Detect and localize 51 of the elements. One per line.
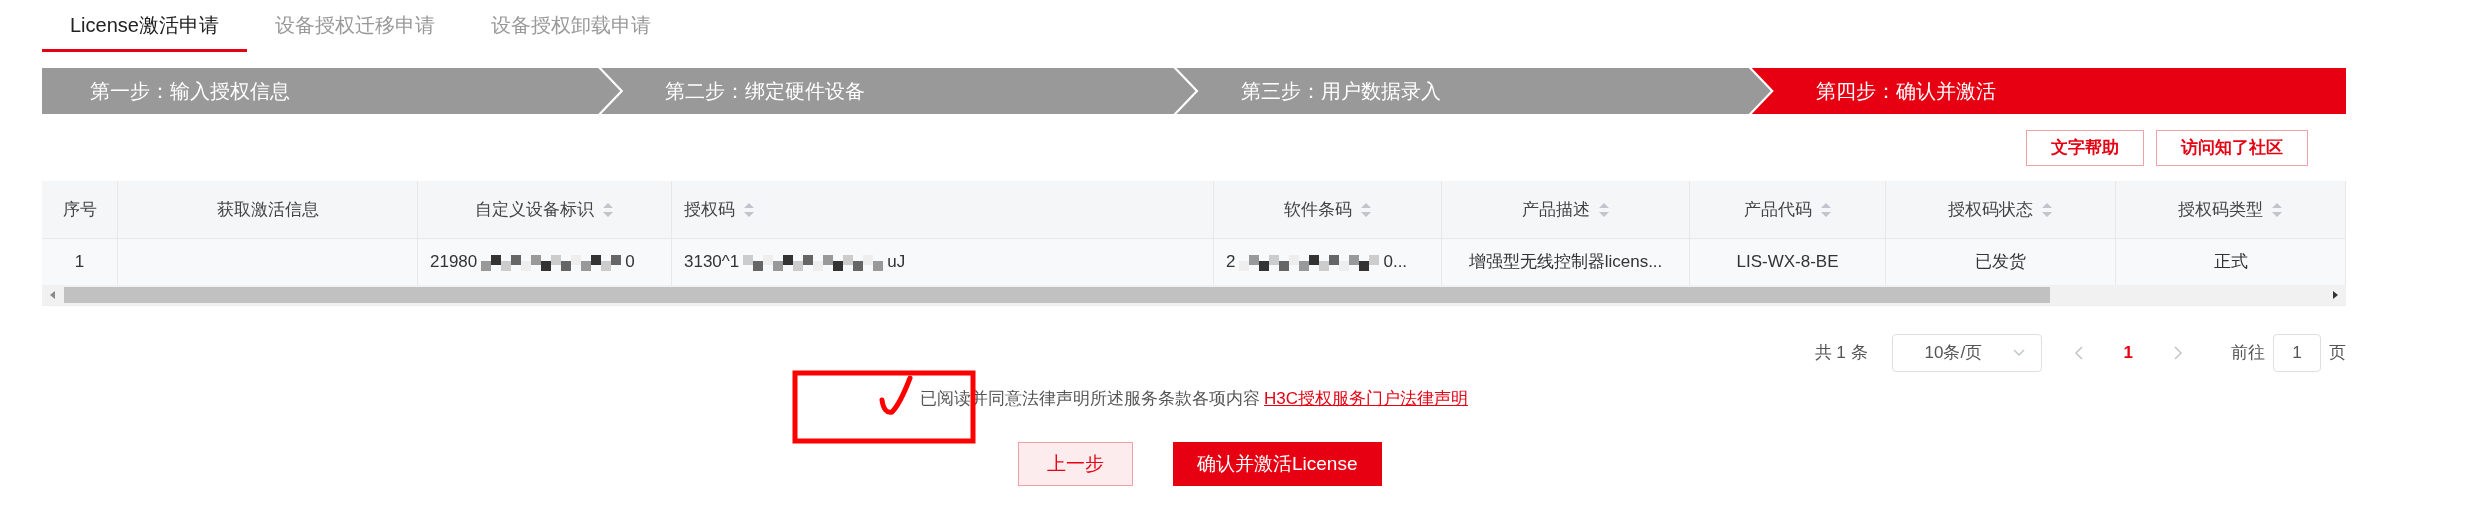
- column-title: 产品代码: [1743, 198, 1812, 221]
- help-button[interactable]: 访问知了社区: [2156, 130, 2308, 166]
- table-cell-text: 正式: [2213, 251, 2248, 274]
- step: 第三步：用户数据录入: [1176, 68, 1771, 114]
- next-page-icon[interactable]: [2173, 346, 2183, 360]
- table-cell-text: uJ: [887, 251, 906, 274]
- column-title: 产品描述: [1521, 198, 1590, 221]
- confirm-button[interactable]: 确认并激活License: [1173, 442, 1382, 486]
- column-title: 软件条码: [1283, 198, 1352, 221]
- table-cell-text: 已发货: [1975, 251, 2026, 274]
- table-cell-text: 3130^1: [684, 251, 740, 274]
- goto-page-field[interactable]: 1: [2273, 334, 2321, 372]
- step: 第四步：确认并激活: [1751, 68, 2346, 114]
- column-title: 自定义设备标识: [475, 198, 594, 221]
- legal-notice-link[interactable]: H3C授权服务门户法律声明: [1264, 386, 1468, 412]
- column-title: 序号: [62, 198, 97, 221]
- chevron-down-icon: [2012, 349, 2025, 357]
- sort-icon[interactable]: [1597, 201, 1610, 218]
- tab[interactable]: 设备授权卸载申请: [462, 0, 679, 52]
- sort-icon[interactable]: [1819, 201, 1832, 218]
- sort-icon[interactable]: [743, 201, 755, 218]
- help-button[interactable]: 文字帮助: [2026, 130, 2144, 166]
- page-size-select[interactable]: 10条/页: [1891, 334, 2042, 372]
- horizontal-scrollbar[interactable]: [42, 285, 2346, 305]
- column-title: 授权码类型: [2178, 198, 2263, 221]
- column-title: 授权码状态: [1948, 198, 2033, 221]
- column-title: 授权码: [684, 198, 735, 221]
- total-count: 共 1 条: [1814, 342, 1868, 365]
- scroll-left-icon[interactable]: [48, 290, 58, 300]
- sort-icon[interactable]: [602, 201, 614, 218]
- goto-label: 前往: [2231, 342, 2265, 365]
- column-title: 获取激活信息: [216, 198, 319, 221]
- step: 第二步：绑定硬件设备: [601, 68, 1196, 114]
- table-cell-text: 2: [1226, 251, 1236, 274]
- table-cell-text: 21980: [430, 251, 478, 274]
- previous-page-icon[interactable]: [2073, 346, 2084, 360]
- previous-button[interactable]: 上一步: [1018, 442, 1133, 486]
- page-number[interactable]: 1: [2115, 340, 2141, 366]
- goto-suffix: 页: [2329, 342, 2346, 365]
- tab[interactable]: 设备授权迁移申请: [246, 0, 463, 52]
- table-cell-text: 1: [74, 251, 85, 274]
- step: 第一步：输入授权信息: [42, 68, 621, 114]
- scroll-right-icon[interactable]: [2330, 290, 2340, 300]
- table-cell-text: 增强型无线控制器licens...: [1468, 251, 1663, 274]
- sort-icon[interactable]: [2271, 201, 2283, 218]
- table-cell-text: 0: [625, 251, 635, 274]
- table-cell-text: LIS-WX-8-BE: [1736, 251, 1839, 274]
- tab[interactable]: License激活申请: [42, 0, 247, 52]
- table-cell-text: 0...: [1383, 251, 1408, 274]
- sort-icon[interactable]: [1359, 201, 1372, 218]
- sort-icon[interactable]: [2041, 201, 2053, 218]
